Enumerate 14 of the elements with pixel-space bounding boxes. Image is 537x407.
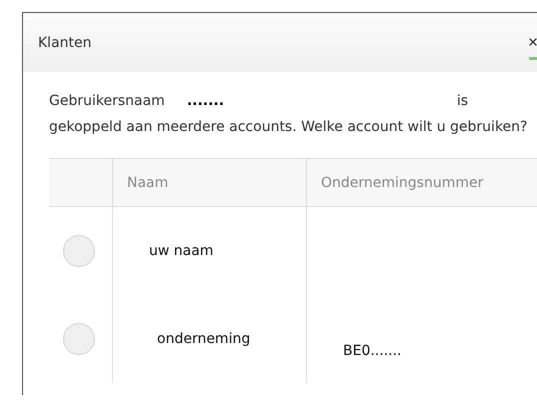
- column-header: Ondernemingsnummer: [321, 174, 484, 190]
- close-button[interactable]: [529, 36, 537, 60]
- table-cell: BE0.......: [343, 343, 402, 359]
- masked-username: .......: [186, 93, 224, 109]
- message-text: gekoppeld aan meerdere accounts. Welke account wilt u gebruiken?: [49, 118, 528, 137]
- column-header: Naam: [127, 174, 168, 190]
- message-text: is: [456, 92, 468, 111]
- table-cell: uw naam: [149, 243, 214, 259]
- close-icon: [529, 36, 537, 48]
- radio-button[interactable]: [63, 323, 95, 355]
- dialog-title: Klanten: [38, 34, 92, 50]
- radio-button[interactable]: [63, 235, 95, 267]
- table-cell: onderneming: [157, 331, 250, 347]
- username-label: Gebruikersnaam: [49, 92, 165, 111]
